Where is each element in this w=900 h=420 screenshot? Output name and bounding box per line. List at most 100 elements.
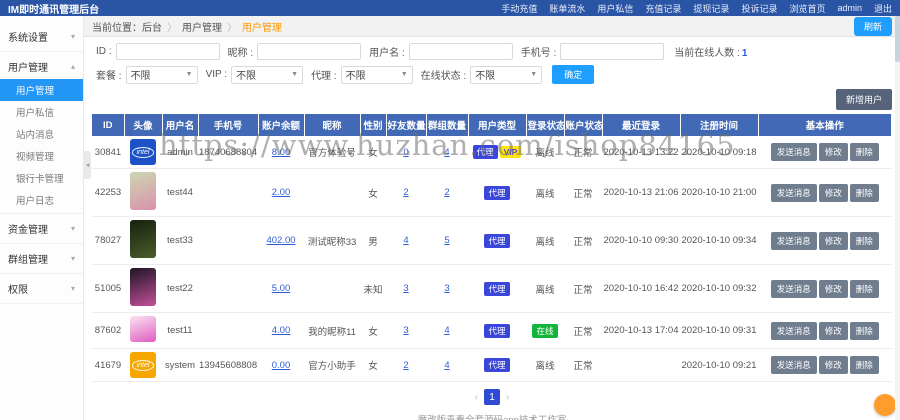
nav-item-用户私信[interactable]: 用户私信 bbox=[597, 2, 633, 15]
pagination-page-1[interactable]: 1 bbox=[484, 389, 500, 405]
login-status-text: 离线 bbox=[535, 237, 554, 248]
friends-count-link[interactable]: 0 bbox=[403, 147, 408, 158]
groups-count-link[interactable]: 4 bbox=[444, 325, 449, 336]
balance-link[interactable]: 5.00 bbox=[272, 283, 291, 294]
nav-item-admin[interactable]: admin bbox=[837, 3, 862, 13]
nav-item-提现记录[interactable]: 提现记录 bbox=[693, 2, 729, 15]
nav-item-退出[interactable]: 退出 bbox=[874, 2, 892, 15]
row-action-删除[interactable]: 删除 bbox=[850, 356, 879, 374]
row-action-发送消息[interactable]: 发送消息 bbox=[771, 356, 817, 374]
cell-actions: 发送消息修改删除 bbox=[758, 136, 892, 169]
row-action-修改[interactable]: 修改 bbox=[819, 280, 848, 298]
chevron-down-icon: ▼ bbox=[530, 71, 537, 78]
row-action-修改[interactable]: 修改 bbox=[819, 184, 848, 202]
row-action-发送消息[interactable]: 发送消息 bbox=[771, 184, 817, 202]
row-action-删除[interactable]: 删除 bbox=[850, 232, 879, 250]
filter-select-label: 在线状态 : bbox=[421, 67, 467, 82]
nav-item-投诉记录[interactable]: 投诉记录 bbox=[741, 2, 777, 15]
filter-input-[interactable] bbox=[409, 43, 513, 60]
sidebar-item-用户日志[interactable]: 用户日志 bbox=[0, 189, 83, 211]
filter-select-VIP[interactable]: 不限▼ bbox=[231, 66, 303, 84]
users-table: ID头像用户名手机号账户余额昵称性别好友数量群组数量用户类型登录状态账户状态最近… bbox=[92, 114, 892, 382]
row-action-发送消息[interactable]: 发送消息 bbox=[771, 143, 817, 161]
balance-link[interactable]: 4.00 bbox=[272, 325, 291, 336]
filter-input-ID[interactable] bbox=[116, 43, 220, 60]
column-header-基本操作: 基本操作 bbox=[758, 114, 892, 136]
cell-username: test11 bbox=[162, 313, 198, 349]
cell-friends: 2 bbox=[386, 169, 426, 217]
sidebar-item-银行卡管理[interactable]: 银行卡管理 bbox=[0, 167, 83, 189]
cell-gender: 女 bbox=[360, 313, 386, 349]
chevron-down-icon: ▾ bbox=[71, 224, 75, 233]
floating-action-button[interactable] bbox=[874, 394, 896, 416]
row-action-发送消息[interactable]: 发送消息 bbox=[771, 280, 817, 298]
cell-actions: 发送消息修改删除 bbox=[758, 349, 892, 382]
breadcrumb-item[interactable]: 用户管理 bbox=[182, 19, 222, 34]
nav-item-浏览首页[interactable]: 浏览首页 bbox=[789, 2, 825, 15]
sidebar-item-视频管理[interactable]: 视频管理 bbox=[0, 145, 83, 167]
groups-count-link[interactable]: 5 bbox=[444, 235, 449, 246]
app-title: IM即时通讯管理后台 bbox=[8, 1, 99, 16]
sidebar-item-站内消息[interactable]: 站内消息 bbox=[0, 123, 83, 145]
sidebar-group-资金管理[interactable]: 资金管理▾ bbox=[0, 216, 83, 241]
friends-count-link[interactable]: 2 bbox=[403, 360, 408, 371]
balance-link[interactable]: 2.00 bbox=[272, 187, 291, 198]
top-nav-menu: 手动充值账单流水用户私信充值记录提现记录投诉记录浏览首页 admin 退出 bbox=[501, 2, 892, 15]
balance-link[interactable]: 8.00 bbox=[272, 147, 291, 158]
filter-select-[interactable]: 不限▼ bbox=[470, 66, 542, 84]
pagination-next-icon[interactable]: › bbox=[506, 392, 509, 403]
row-action-修改[interactable]: 修改 bbox=[819, 143, 848, 161]
filter-input-[interactable] bbox=[257, 43, 361, 60]
sidebar-group-系统设置[interactable]: 系统设置▾ bbox=[0, 24, 83, 49]
sidebar-group-用户管理[interactable]: 用户管理▴ bbox=[0, 54, 83, 79]
row-action-删除[interactable]: 删除 bbox=[850, 184, 879, 202]
pagination-prev-icon[interactable]: ‹ bbox=[475, 392, 478, 403]
column-header-ID: ID bbox=[92, 114, 124, 136]
balance-link[interactable]: 0.00 bbox=[272, 360, 291, 371]
row-action-修改[interactable]: 修改 bbox=[819, 322, 848, 340]
sidebar-item-用户管理[interactable]: 用户管理 bbox=[0, 79, 83, 101]
breadcrumb-item[interactable]: 用户管理 bbox=[242, 19, 282, 34]
row-action-修改[interactable]: 修改 bbox=[819, 232, 848, 250]
breadcrumb-separator-icon: 〉 bbox=[227, 19, 237, 34]
friends-count-link[interactable]: 3 bbox=[403, 283, 408, 294]
row-action-删除[interactable]: 删除 bbox=[850, 143, 879, 161]
filter-select-[interactable]: 不限▼ bbox=[341, 66, 413, 84]
row-action-发送消息[interactable]: 发送消息 bbox=[771, 232, 817, 250]
refresh-button[interactable]: 刷新 bbox=[854, 17, 892, 36]
friends-count-link[interactable]: 3 bbox=[403, 325, 408, 336]
sidebar-group-群组管理[interactable]: 群组管理▾ bbox=[0, 246, 83, 271]
row-action-修改[interactable]: 修改 bbox=[819, 356, 848, 374]
cell-actions: 发送消息修改删除 bbox=[758, 265, 892, 313]
friends-count-link[interactable]: 4 bbox=[403, 235, 408, 246]
nav-item-充值记录[interactable]: 充值记录 bbox=[645, 2, 681, 15]
balance-link[interactable]: 402.00 bbox=[266, 235, 295, 246]
table-row: 41679intelsystem139456088080.00官方小助手女24代… bbox=[92, 349, 892, 382]
groups-count-link[interactable]: 4 bbox=[444, 360, 449, 371]
groups-count-link[interactable]: 3 bbox=[444, 283, 449, 294]
scrollbar[interactable] bbox=[895, 16, 900, 420]
nav-item-手动充值[interactable]: 手动充值 bbox=[501, 2, 537, 15]
row-action-发送消息[interactable]: 发送消息 bbox=[771, 322, 817, 340]
login-status-text: 离线 bbox=[535, 361, 554, 372]
nav-item-账单流水[interactable]: 账单流水 bbox=[549, 2, 585, 15]
filter-input-[interactable] bbox=[560, 43, 664, 60]
friends-count-link[interactable]: 2 bbox=[403, 187, 408, 198]
groups-count-link[interactable]: 2 bbox=[444, 187, 449, 198]
scrollbar-thumb[interactable] bbox=[895, 16, 900, 62]
cell-user-type: 代理VIP bbox=[468, 136, 526, 169]
cell-avatar bbox=[124, 265, 162, 313]
cell-last-login: 2020-10-13 13:22 bbox=[602, 136, 680, 169]
cell-nickname: 我的昵称11 bbox=[304, 313, 360, 349]
select-value: 不限 bbox=[131, 67, 151, 82]
cell-username: test44 bbox=[162, 169, 198, 217]
filter-select-[interactable]: 不限▼ bbox=[126, 66, 198, 84]
cell-account-status: 正常 bbox=[564, 217, 602, 265]
sidebar-item-用户私信[interactable]: 用户私信 bbox=[0, 101, 83, 123]
groups-count-link[interactable]: 4 bbox=[444, 147, 449, 158]
add-user-button[interactable]: 新增用户 bbox=[836, 89, 892, 110]
row-action-删除[interactable]: 删除 bbox=[850, 280, 879, 298]
row-action-删除[interactable]: 删除 bbox=[850, 322, 879, 340]
sidebar-group-权限[interactable]: 权限▾ bbox=[0, 276, 83, 301]
filter-submit-button[interactable]: 确定 bbox=[552, 65, 594, 84]
